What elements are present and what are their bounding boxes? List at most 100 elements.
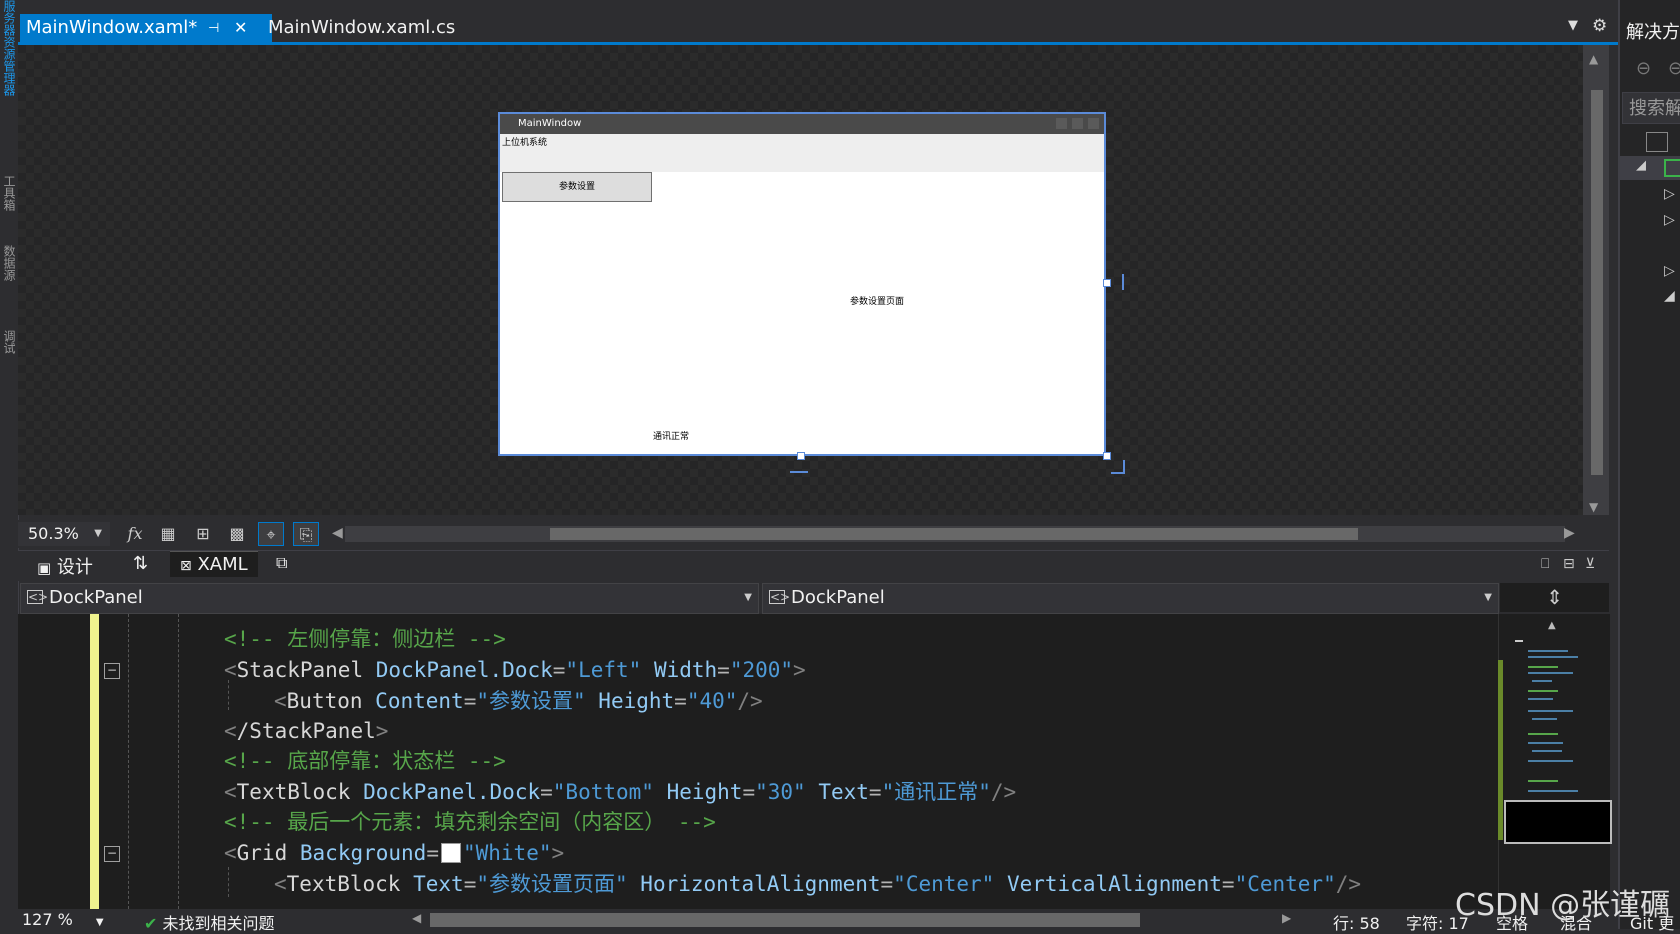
code-line: <!-- 最后一个元素：填充剩余空间（内容区） --> (224, 810, 716, 834)
forward-icon[interactable]: ⊖ (1668, 58, 1680, 79)
minimap-line (1528, 672, 1573, 674)
snap-lines-icon[interactable]: ⌖ (258, 522, 284, 546)
element-icon: <> (27, 590, 49, 604)
zoom-select[interactable]: 50.3% ▼ (18, 522, 110, 546)
element-path-left[interactable]: <> DockPanel ▼ (20, 583, 759, 614)
grid-icon[interactable]: ▦ (155, 522, 181, 546)
scroll-right-icon[interactable]: ▶ (1282, 911, 1291, 925)
minimap-line (1528, 780, 1558, 782)
xaml-label: XAML (197, 554, 248, 575)
tab-mainwindow-xaml-cs[interactable]: MainWindow.xaml.cs (262, 14, 461, 42)
element-path-right-label: DockPanel (791, 587, 885, 608)
project-icon (1664, 159, 1680, 177)
xaml-icon: ⊠ (180, 558, 192, 574)
designer-vertical-scroll-thumb[interactable] (1591, 90, 1603, 475)
solution-icon[interactable] (1646, 132, 1668, 152)
scroll-down-icon[interactable]: ▼ (1589, 500, 1598, 514)
code-line: <Grid Background= "White"> (224, 841, 565, 865)
split-editor-icon[interactable]: ⇕ (1500, 583, 1609, 612)
watermark: CSDN @张谨礪 (1455, 888, 1671, 923)
tab-label: MainWindow.xaml* (26, 17, 198, 38)
indent-guide (228, 867, 229, 897)
swap-icon: ⇅ (133, 553, 149, 574)
checkerboard-icon[interactable]: ▩ (224, 522, 250, 546)
close-icon[interactable]: ✕ (234, 14, 247, 42)
designer-horizontal-scroll-thumb[interactable] (550, 528, 1358, 540)
chevron-down-icon[interactable]: ▼ (1568, 18, 1578, 33)
maximize-icon (1072, 118, 1083, 129)
chevron-down-icon: ▼ (95, 917, 104, 928)
data-sources-tab[interactable]: 数据源 (0, 245, 18, 305)
vertical-split-icon[interactable]: ⎕ (1541, 556, 1549, 572)
resize-handle-right[interactable] (1103, 279, 1111, 287)
indent-guide (178, 614, 179, 909)
collapse-icon[interactable]: − (104, 846, 120, 862)
code-line: </StackPanel> (224, 719, 389, 743)
minimap-line (1532, 750, 1562, 752)
minimap-line (1528, 656, 1578, 658)
editor-zoom-value: 127 % (22, 910, 73, 929)
element-path-right[interactable]: <> DockPanel ▼ (762, 583, 1499, 614)
collapse-icon[interactable]: − (104, 663, 120, 679)
collapse-pane-icon[interactable]: ⊻ (1585, 556, 1595, 572)
preview-header-text: 上位机系统 (502, 138, 548, 148)
minimap-line (1528, 733, 1558, 735)
adorner-mark (790, 471, 808, 473)
preview-status-text: 通讯正常 (653, 432, 690, 442)
minimap-viewport[interactable] (1504, 800, 1612, 844)
change-tracking-bar (90, 614, 99, 909)
editor-zoom[interactable]: 127 % ▼ (22, 910, 104, 929)
preview-title-bar: MainWindow (500, 114, 1104, 134)
minimap-line (1528, 742, 1563, 744)
editor-horizontal-scroll-thumb[interactable] (430, 913, 1140, 927)
gear-icon[interactable]: ⚙ (1592, 16, 1607, 36)
white-color-swatch[interactable] (440, 843, 461, 863)
code-line: <TextBlock DockPanel.Dock="Bottom" Heigh… (224, 780, 1017, 804)
minimap-line (1528, 790, 1578, 792)
minimap-line (1532, 680, 1552, 682)
fx-button[interactable]: fx (122, 522, 148, 546)
close-icon (1088, 118, 1099, 129)
back-icon[interactable]: ⊖ (1636, 58, 1651, 79)
toolbox-tab[interactable]: 工具箱 (0, 175, 18, 225)
solution-search-input[interactable]: 搜索解 (1622, 92, 1680, 124)
tab-label: MainWindow.xaml.cs (268, 17, 456, 38)
pin-icon[interactable]: ⊣ (208, 15, 219, 43)
project-code-icon[interactable]: ⎘ (293, 522, 319, 546)
expanded-arrow-icon[interactable]: ◢ (1664, 288, 1675, 304)
tab-mainwindow-xaml[interactable]: MainWindow.xaml* ⊣ ✕ (20, 14, 272, 42)
indent-guide (128, 614, 129, 909)
editor-margin (18, 614, 90, 909)
resize-handle-corner[interactable] (1103, 452, 1111, 460)
tab-design[interactable]: ▣ 设计 (37, 553, 93, 579)
minimap-line (1528, 710, 1573, 712)
scroll-right-icon[interactable]: ▶ (1564, 525, 1575, 541)
collapsed-arrow-icon[interactable]: ▷ (1664, 186, 1675, 202)
scroll-left-icon[interactable]: ◀ (332, 525, 343, 541)
server-explorer-tab[interactable]: 服务器资源管理器 (0, 0, 18, 150)
chevron-down-icon: ▼ (744, 592, 752, 603)
issues-indicator[interactable]: ✔ 未找到相关问题 (144, 910, 275, 934)
tab-xaml[interactable]: ⊠ XAML (170, 551, 258, 577)
popout-xaml-icon[interactable]: ⧉ (276, 553, 287, 573)
collapsed-arrow-icon[interactable]: ▷ (1664, 263, 1675, 279)
resize-handle-bottom[interactable] (797, 452, 805, 460)
project-row[interactable]: ◢ (1618, 156, 1680, 180)
left-tool-strip: 服务器资源管理器 工具箱 数据源 调试 (0, 0, 19, 929)
debug-tab[interactable]: 调试 (0, 330, 18, 390)
scroll-left-icon[interactable]: ◀ (412, 911, 421, 925)
preview-settings-button[interactable]: 参数设置 (502, 172, 652, 202)
minimap-change-marker (1498, 660, 1503, 840)
scroll-up-icon[interactable]: ▲ (1589, 52, 1598, 66)
code-line: <Button Content="参数设置" Height="40"/> (274, 689, 763, 713)
swap-panes-button[interactable]: ⇅ (133, 553, 148, 574)
adorner-mark (1122, 274, 1124, 290)
horizontal-split-icon[interactable]: ⊟ (1563, 556, 1575, 572)
minimap-line (1528, 666, 1558, 668)
snap-grid-icon[interactable]: ⊞ (190, 522, 216, 546)
chevron-down-icon: ▼ (1484, 592, 1492, 603)
zoom-value: 50.3% (28, 524, 79, 543)
collapsed-arrow-icon[interactable]: ▷ (1664, 212, 1675, 228)
minimap-line (1528, 760, 1573, 762)
window-preview[interactable]: MainWindow 上位机系统 参数设置 参数设置页面 通讯正常 (498, 112, 1106, 456)
